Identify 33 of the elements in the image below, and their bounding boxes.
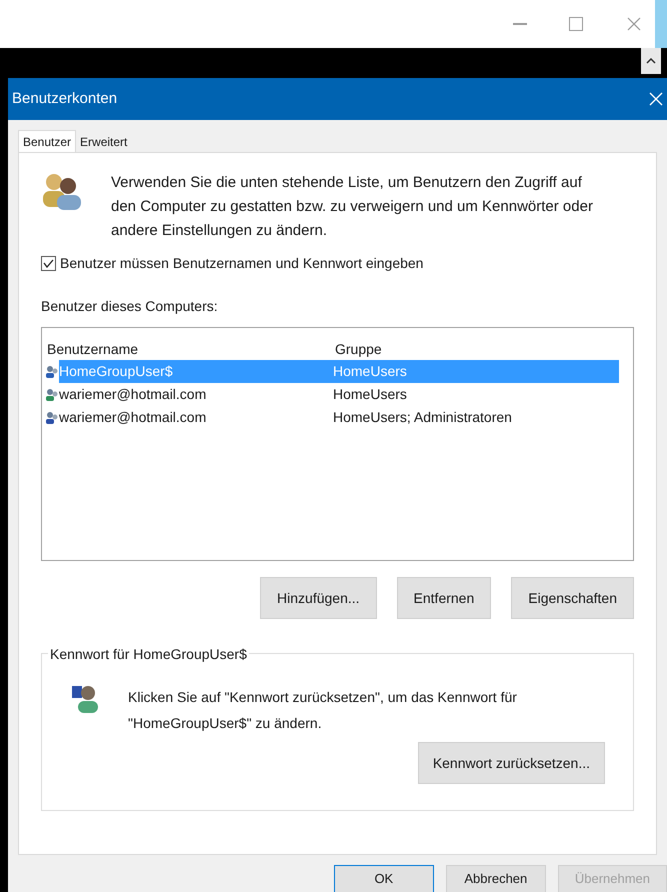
user-icon (45, 364, 59, 378)
scroll-up-button[interactable] (641, 48, 661, 74)
user-row[interactable]: wariemer@hotmail.com HomeUsers; Administratoren (45, 406, 619, 429)
close-icon[interactable] (627, 17, 641, 31)
table-cell-text: wariemer@hotmail.com (59, 385, 208, 404)
maximize-icon[interactable] (569, 17, 583, 31)
checkbox[interactable] (41, 256, 56, 271)
table-cell-text: HomeUsers (333, 385, 407, 404)
tab[interactable]: Benutzer (18, 130, 76, 152)
table-cell-text: wariemer@hotmail.com (59, 408, 208, 427)
reset-password-button[interactable]: Kennwort zurücksetzen... (418, 742, 605, 784)
checkbox-label[interactable]: Benutzer müssen Benutzernamen und Kennwort eingeben (60, 253, 424, 274)
intro-text: Verwenden Sie die unten stehende Liste, um Benutzern den Zugriff auf den Computer zu gestatten bzw. zu verweigern und um Kennwörter oder andere Einstellungen zu ändern. (111, 173, 594, 241)
table-cell-text: HomeUsers (333, 362, 407, 381)
window-edge (655, 0, 667, 48)
dialog-button[interactable]: OK (334, 865, 434, 892)
table-cell-text: HomeGroupUser$ (59, 362, 174, 381)
users-icon (41, 171, 83, 211)
caret-icon (646, 58, 656, 64)
column-header[interactable]: Benutzername (45, 338, 335, 360)
user-row[interactable]: wariemer@hotmail.com HomeUsers (45, 383, 619, 406)
password-text: Klicken Sie auf "Kennwort zurücksetzen", um das Kennwort für "HomeGroupUser$" zu ändern. (128, 688, 518, 733)
action-button[interactable]: Hinzufügen... (260, 577, 377, 619)
window-title: Benutzerkonten (12, 88, 118, 109)
user-key-icon (70, 684, 100, 714)
column-header[interactable]: Gruppe (335, 338, 382, 360)
action-button[interactable]: Entfernen (396, 577, 492, 619)
user-icon (45, 410, 59, 424)
table-cell-text: HomeUsers; Administratoren (333, 408, 512, 427)
section-label: Benutzer dieses Computers: (41, 297, 219, 316)
user-icon (45, 388, 59, 402)
dialog-button[interactable]: Abbrechen (446, 865, 546, 892)
action-button[interactable]: Eigenschaften (511, 577, 634, 619)
